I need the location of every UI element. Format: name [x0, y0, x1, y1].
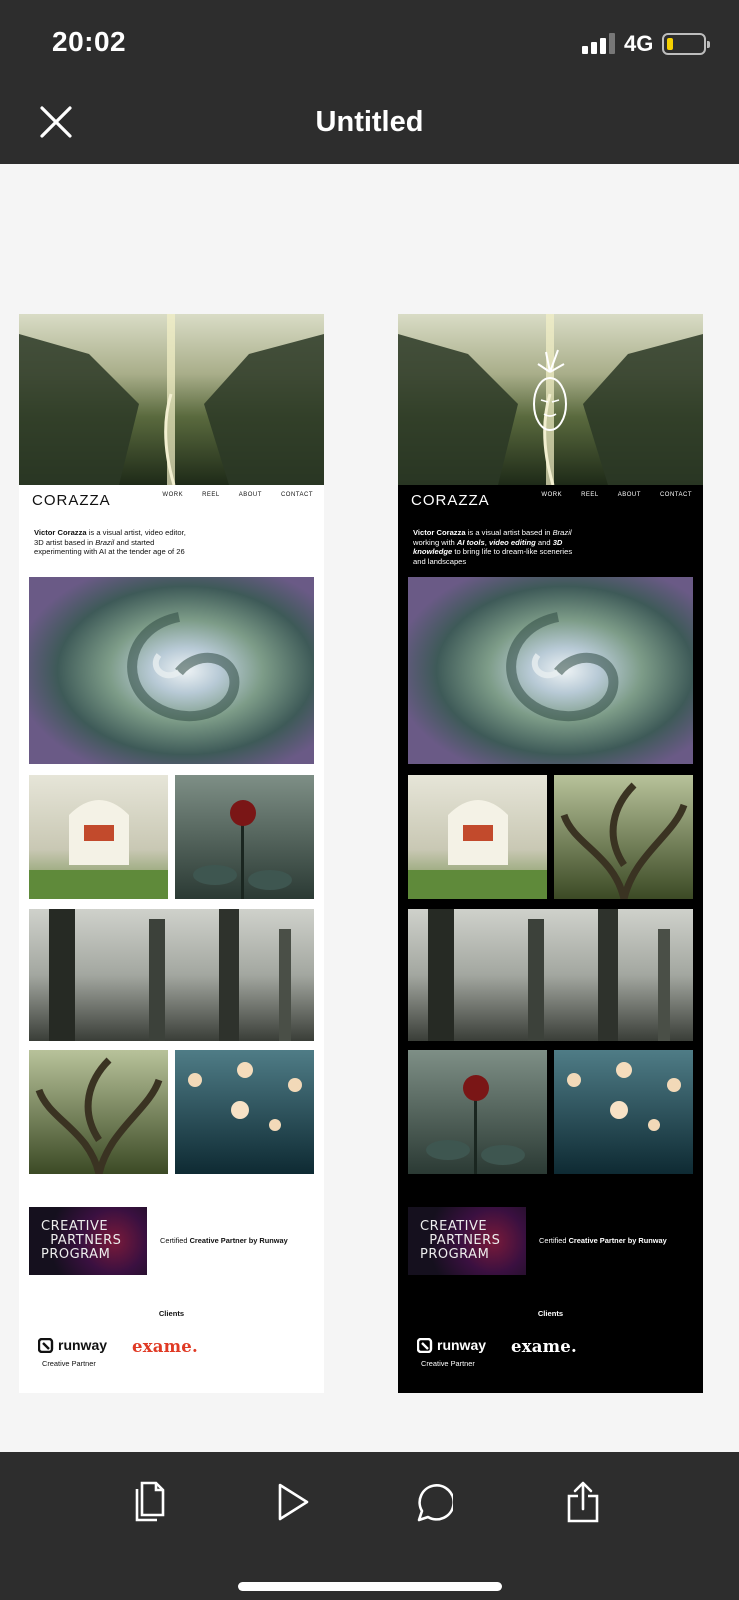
brand-logo[interactable]: CORAZZA	[32, 492, 111, 509]
twisted-tree-image[interactable]	[554, 775, 693, 899]
bio-country: Brazil	[552, 528, 572, 537]
certification-text: Certified Creative Partner by Runway	[160, 1236, 288, 1245]
runway-name: runway	[437, 1337, 487, 1353]
hero-valley-image	[19, 314, 324, 485]
runway-name: runway	[58, 1337, 108, 1353]
nav-reel[interactable]: REEL	[581, 492, 599, 498]
clients-heading: Clients	[537, 1309, 564, 1318]
bio-video-editing: video editing	[488, 537, 536, 547]
copy-button[interactable]	[130, 1480, 170, 1524]
play-icon	[278, 1483, 309, 1521]
misty-forest-image[interactable]	[29, 909, 314, 1041]
bio-text: and	[535, 537, 553, 547]
bio-name: Victor Corazza	[413, 528, 466, 537]
partner-badge-text: CREATIVE PARTNERS PROGRAM	[420, 1219, 501, 1262]
bio-name: Victor Corazza	[34, 528, 87, 537]
creative-partners-program-badge[interactable]: CREATIVE PARTNERS PROGRAM	[29, 1207, 147, 1275]
cert-prefix: Certified	[160, 1236, 190, 1245]
bottom-toolbar	[0, 1452, 739, 1600]
site-nav: WORK REEL ABOUT CONTACT	[541, 492, 692, 498]
nav-about[interactable]: ABOUT	[618, 492, 641, 498]
arch-room-image[interactable]	[408, 775, 547, 899]
artist-bio: Victor Corazza is a visual artist based …	[413, 528, 573, 566]
copy-icon	[135, 1481, 165, 1522]
rose-image[interactable]	[175, 775, 314, 899]
runway-icon	[38, 1337, 54, 1353]
exame-logo[interactable]: exame.	[511, 1337, 577, 1356]
cert-bold: Creative Partner by Runway	[189, 1236, 288, 1245]
network-type: 4G	[624, 31, 654, 56]
light-theme-page[interactable]: CORAZZA WORK REEL ABOUT CONTACT Victor C…	[19, 314, 324, 1393]
lotus-pond-image[interactable]	[175, 1050, 314, 1174]
lotus-pond-image[interactable]	[554, 1050, 693, 1174]
share-button[interactable]	[564, 1480, 604, 1524]
swirl-clouds-image[interactable]	[29, 577, 314, 764]
site-nav: WORK REEL ABOUT CONTACT	[162, 492, 313, 498]
play-button[interactable]	[273, 1480, 313, 1524]
bio-country: Brazil	[95, 537, 115, 547]
battery-icon	[662, 33, 710, 55]
certification-text: Certified Creative Partner by Runway	[539, 1236, 667, 1245]
bio-ai-tools: AI tools	[456, 537, 485, 547]
runway-subtitle: Creative Partner	[421, 1359, 475, 1368]
nav-work[interactable]: WORK	[541, 492, 562, 498]
hero-valley-mask-image	[398, 314, 703, 485]
comment-button[interactable]	[413, 1480, 455, 1524]
rose-image[interactable]	[408, 1050, 547, 1174]
cert-bold: Creative Partner by Runway	[568, 1236, 667, 1245]
dark-theme-page[interactable]: CORAZZA WORK REEL ABOUT CONTACT Victor C…	[398, 314, 703, 1393]
runway-logo[interactable]: runway	[38, 1337, 107, 1353]
swirl-clouds-image[interactable]	[408, 577, 693, 764]
top-bar: 20:02 4G Untitled	[0, 0, 739, 164]
nav-contact[interactable]: CONTACT	[281, 492, 313, 498]
nav-work[interactable]: WORK	[162, 492, 183, 498]
cert-prefix: Certified	[539, 1236, 569, 1245]
share-icon	[567, 1481, 599, 1523]
bio-text: is a visual artist based in	[465, 528, 553, 537]
nav-reel[interactable]: REEL	[202, 492, 220, 498]
artist-bio: Victor Corazza is a visual artist, video…	[34, 528, 194, 557]
bio-text: working with	[413, 537, 457, 547]
partner-badge-text: CREATIVE PARTNERS PROGRAM	[41, 1219, 122, 1262]
home-indicator[interactable]	[238, 1582, 502, 1591]
nav-contact[interactable]: CONTACT	[660, 492, 692, 498]
comment-icon	[417, 1484, 455, 1522]
arch-room-image[interactable]	[29, 775, 168, 899]
clients-heading: Clients	[158, 1309, 185, 1318]
misty-forest-image[interactable]	[408, 909, 693, 1041]
runway-icon	[417, 1337, 433, 1353]
twisted-tree-image[interactable]	[29, 1050, 168, 1174]
exame-logo[interactable]: exame.	[132, 1337, 198, 1356]
nav-about[interactable]: ABOUT	[239, 492, 262, 498]
brand-logo[interactable]: CORAZZA	[411, 492, 490, 509]
runway-subtitle: Creative Partner	[42, 1359, 96, 1368]
page-title: Untitled	[315, 106, 424, 138]
creative-partners-program-badge[interactable]: CREATIVE PARTNERS PROGRAM	[408, 1207, 526, 1275]
status-time: 20:02	[52, 26, 127, 57]
signal-icon	[582, 32, 616, 54]
runway-logo[interactable]: runway	[417, 1337, 486, 1353]
